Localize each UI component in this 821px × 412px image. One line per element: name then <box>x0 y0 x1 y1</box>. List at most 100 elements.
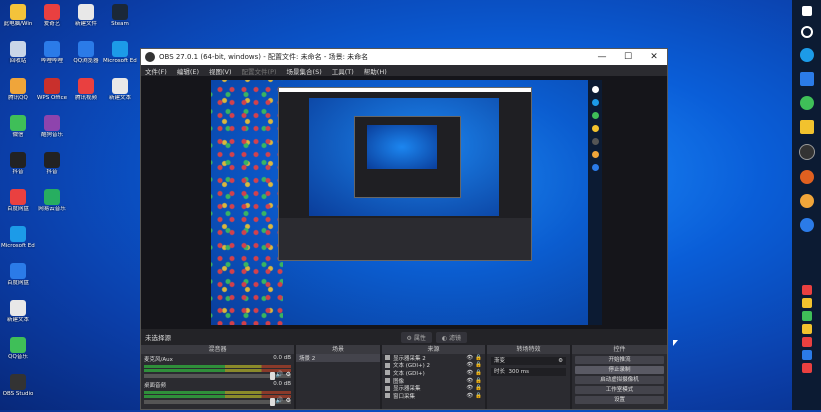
app-icon <box>10 152 26 168</box>
controls-dock: 控件 开始推流 停止录制 启动虚拟摄像机 工作室模式 设置 <box>572 345 667 409</box>
windows-start-icon[interactable] <box>801 6 812 16</box>
tray-icon[interactable] <box>801 350 812 360</box>
scene-item[interactable]: 场景 2 <box>296 354 380 362</box>
close-button[interactable]: ✕ <box>641 52 667 62</box>
app-icon <box>112 4 128 20</box>
source-item[interactable]: 窗口采集 👁 🔒 <box>382 392 485 400</box>
app-icon[interactable] <box>799 218 814 232</box>
wechat-icon[interactable] <box>799 96 814 110</box>
desktop-icon[interactable]: 抖音 <box>1 150 35 190</box>
slider-knob[interactable] <box>270 372 275 380</box>
source-type-icon <box>385 385 390 391</box>
menu-item[interactable]: 编辑(E) <box>177 66 199 76</box>
app-icon[interactable] <box>799 120 814 134</box>
maximize-button[interactable]: ☐ <box>615 52 641 62</box>
tray-icon[interactable] <box>801 324 812 334</box>
properties-button[interactable]: ⚙ 属性 <box>400 331 432 343</box>
tray-icon[interactable] <box>801 311 812 321</box>
desktop-icon[interactable]: 腾讯QQ <box>1 76 35 116</box>
menu-item[interactable]: 视图(V) <box>209 66 232 76</box>
obs-icon[interactable] <box>798 144 815 160</box>
app-icon[interactable] <box>799 170 814 184</box>
desktop-icon[interactable]: 百度网盘 <box>1 187 35 227</box>
desktop-icon[interactable]: Microsoft Edge <box>103 39 137 79</box>
transitions-dock: 转场特效 渐变 ⚙ 时长 300 ms <box>487 345 570 409</box>
desktop-icon[interactable]: 新建文件 <box>69 2 103 42</box>
transition-select[interactable]: 渐变 ⚙ <box>491 357 566 365</box>
captured-obs-window <box>278 87 532 261</box>
minimize-button[interactable]: — <box>589 52 615 62</box>
visibility-lock-icon[interactable]: 👁 🔒 <box>466 362 482 368</box>
transitions-header: 转场特效 <box>487 345 570 354</box>
desktop-icon[interactable]: 回收站 <box>1 39 35 79</box>
menu-item[interactable]: 配置文件(P) <box>242 66 277 76</box>
visibility-lock-icon[interactable]: 👁 🔒 <box>466 378 482 384</box>
desktop-icon[interactable]: 酷狗音乐 <box>35 113 69 153</box>
desktop-icon-label: 此电脑/Win <box>3 21 33 27</box>
no-source-label: 未选择源 <box>145 334 171 342</box>
desktop-icon[interactable]: 新建文本 <box>103 76 137 116</box>
app-icon <box>44 4 60 20</box>
visibility-lock-icon[interactable]: 👁 🔒 <box>466 355 482 361</box>
visibility-lock-icon[interactable]: 👁 🔒 <box>466 385 482 391</box>
desktop-icon[interactable]: 微信 <box>1 113 35 153</box>
desktop-icon[interactable]: QQ浏览器 <box>69 39 103 79</box>
desktop-icon[interactable]: 此电脑/Win <box>1 2 35 42</box>
menu-item[interactable]: 工具(T) <box>332 66 354 76</box>
desktop-icon[interactable]: Steam <box>103 2 137 42</box>
desktop-icon-label: 腾讯视频 <box>74 95 97 101</box>
desktop-icon[interactable]: 百度网盘 <box>1 261 35 301</box>
menu-item[interactable]: 帮助(H) <box>364 66 387 76</box>
control-button[interactable]: 工作室模式 <box>575 386 664 394</box>
desktop-icon-label: Microsoft Edge <box>103 58 137 64</box>
control-button[interactable]: 启动虚拟摄像机 <box>575 376 664 384</box>
speaker-icon[interactable]: 🔊 <box>276 397 283 404</box>
desktop-icon[interactable]: 新建文本 <box>1 298 35 338</box>
qq-icon[interactable] <box>799 194 814 208</box>
speaker-icon[interactable]: 🔊 <box>276 371 283 378</box>
captured-desktop-icons <box>211 80 283 325</box>
source-type-icon <box>385 355 390 361</box>
app-icon[interactable] <box>799 72 814 86</box>
edge-icon[interactable] <box>799 48 814 62</box>
menu-item[interactable]: 场景集合(S) <box>287 66 322 76</box>
gear-icon[interactable]: ⚙ <box>286 397 291 404</box>
control-button[interactable]: 开始推流 <box>575 356 664 364</box>
menu-item[interactable]: 文件(F) <box>145 66 167 76</box>
preview-area[interactable] <box>141 76 667 329</box>
visibility-lock-icon[interactable]: 👁 🔒 <box>466 370 482 376</box>
desktop-icon[interactable]: 腾讯视频 <box>69 76 103 116</box>
desktop-icon[interactable]: 哔哩哔哩 <box>35 39 69 79</box>
volume-meter <box>144 365 291 368</box>
tray-icon[interactable] <box>801 285 812 295</box>
preview-canvas[interactable] <box>211 80 602 325</box>
tray-icon[interactable] <box>801 337 812 347</box>
audio-mixer-dock: 混音器 麦克风/Aux 0.0 dB 🔊 ⚙ 桌面音频 0.0 dB 🔊 ⚙ <box>141 345 294 409</box>
tray-icon[interactable] <box>801 298 812 308</box>
sources-dock: 来源 显示器采集 2 👁 🔒 文本 (GDI+) 2 👁 🔒 文本 (GDI+) 👁 🔒 图… <box>382 345 485 409</box>
control-button[interactable]: 设置 <box>575 396 664 404</box>
desktop-icon[interactable]: WPS Office <box>35 76 69 116</box>
title-bar[interactable]: OBS 27.0.1 (64-bit, windows) - 配置文件: 未命名… <box>141 49 667 65</box>
desktop-icon[interactable]: 抖音 <box>35 150 69 190</box>
control-button[interactable]: 停止录制 <box>575 366 664 374</box>
app-icon <box>112 41 128 57</box>
filters-button[interactable]: ◐ 滤镜 <box>435 331 467 343</box>
volume-slider[interactable]: 🔊 ⚙ <box>144 371 291 380</box>
obs-window[interactable]: OBS 27.0.1 (64-bit, windows) - 配置文件: 未命名… <box>140 48 668 410</box>
app-icon <box>10 41 26 57</box>
volume-slider[interactable]: 🔊 ⚙ <box>144 397 291 406</box>
desktop-icon[interactable]: OBS Studio <box>1 372 35 412</box>
gear-icon[interactable]: ⚙ <box>286 371 291 378</box>
search-icon[interactable] <box>800 26 813 38</box>
desktop-icon[interactable]: Microsoft Edge <box>1 224 35 264</box>
visibility-lock-icon[interactable]: 👁 🔒 <box>466 393 482 399</box>
slider-knob[interactable] <box>270 398 275 406</box>
desktop-icon[interactable]: 网易云音乐 <box>35 187 69 227</box>
desktop-icon[interactable]: QQ音乐 <box>1 335 35 375</box>
desktop-icon-label: 网易云音乐 <box>38 206 66 212</box>
desktop-icon[interactable]: 爱奇艺 <box>35 2 69 42</box>
duration-field[interactable]: 时长 300 ms <box>491 368 566 376</box>
volume-meter <box>144 391 291 394</box>
tray-icon[interactable] <box>801 363 812 373</box>
